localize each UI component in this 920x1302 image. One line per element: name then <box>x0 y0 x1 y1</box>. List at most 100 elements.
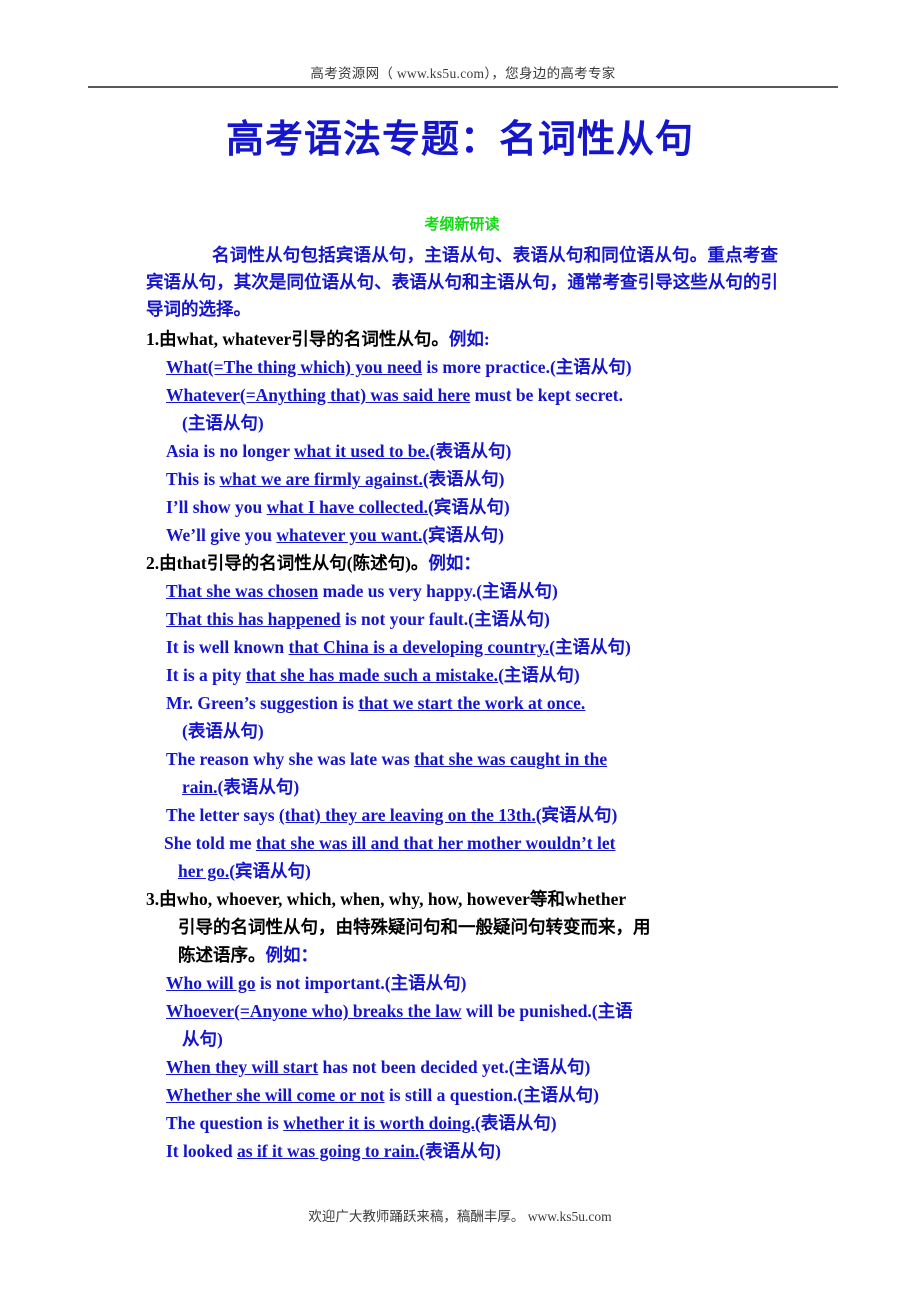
clause-text: Mr. Green’s suggestion is <box>166 693 359 713</box>
clause-text: is not your fault.(主语从句) <box>340 609 550 629</box>
clause-underlined: When they will start <box>166 1057 319 1077</box>
rule-number: 1. <box>146 329 160 349</box>
clause-underlined: what we are firmly against. <box>219 469 423 489</box>
clause-text: (宾语从句) <box>229 861 311 881</box>
example-line: She told me that she was ill and that he… <box>146 829 778 857</box>
rule-example-label: 例如: <box>448 329 490 349</box>
section-heading-syllabus: 考纲新研读 <box>424 217 500 233</box>
example-line: I’ll show you what I have collected.(宾语从… <box>146 493 778 521</box>
rule-example-label: 例如： <box>265 945 319 965</box>
clause-underlined: her go. <box>178 861 230 881</box>
example-line: (表语从句) <box>146 717 778 745</box>
clause-text: (主语从句) <box>498 665 580 685</box>
clause-text: is more practice.(主语从句) <box>421 357 632 377</box>
clause-underlined: what it used to be. <box>294 441 430 461</box>
page-footer: 欢迎广大教师踊跃来稿，稿酬丰厚。 www.ks5u.com <box>308 1209 612 1224</box>
example-line: That she was chosen made us very happy.(… <box>146 577 778 605</box>
clause-underlined: (that) they are leaving on the 13th. <box>278 805 536 825</box>
clause-text: (表语从句) <box>429 441 512 461</box>
example-line: That this has happened is not your fault… <box>146 605 778 633</box>
rule-heading-text: 由that引导的名词性从句(陈述句)。 <box>159 553 429 573</box>
header-site-text: 高考资源网（ www.ks5u.com），您身边的高考专家 <box>310 66 616 81</box>
page-title: 高考语法专题：名词性从句 <box>225 119 694 161</box>
example-line: Who will go is not important.(主语从句) <box>146 969 778 997</box>
document-page: 高考资源网（ www.ks5u.com），您身边的高考专家 高考语法专题：名词性… <box>0 0 920 1302</box>
clause-text: Asia is no longer <box>166 441 295 461</box>
clause-text: We’ll give you <box>166 525 277 545</box>
header-divider <box>88 86 838 88</box>
clause-text: The reason why she was late was <box>166 749 415 769</box>
clause-underlined: That she was chosen <box>166 581 319 601</box>
rule-heading-text: 由who, whoever, which, when, why, how, ho… <box>159 889 627 909</box>
rule-heading-3: 3.由who, whoever, which, when, why, how, … <box>146 885 778 913</box>
clause-text: (宾语从句) <box>535 805 618 825</box>
clause-text: The question is <box>166 1113 284 1133</box>
clause-underlined: that she has made such a mistake. <box>245 665 499 685</box>
clause-underlined: that she was caught in the <box>414 749 608 769</box>
clause-text: It looked <box>166 1141 237 1161</box>
clause-text: This is <box>166 469 220 489</box>
clause-text: has not been decided yet.(主语从句) <box>318 1057 591 1077</box>
rule-number: 2. <box>146 553 160 573</box>
clause-underlined: that China is a developing country. <box>288 637 550 657</box>
example-line: The reason why she was late was that she… <box>146 745 778 773</box>
clause-text: (表语从句) <box>217 777 300 797</box>
clause-text: It is a pity <box>166 665 246 685</box>
example-line: What(=The thing which) you need is more … <box>146 353 778 381</box>
clause-text: is still a question.(主语从句) <box>384 1085 599 1105</box>
clause-text: It is well known <box>166 637 289 657</box>
clause-text: made us very happy.(主语从句) <box>318 581 558 601</box>
clause-underlined: what I have collected. <box>266 497 429 517</box>
rule-heading-text: 由what, whatever引导的名词性从句。 <box>159 329 449 349</box>
clause-underlined: Whoever(=Anyone who) breaks the law <box>166 1001 462 1021</box>
example-line: When they will start has not been decide… <box>146 1053 778 1081</box>
clause-text: (表语从句) <box>182 721 264 741</box>
clause-underlined: Whether she will come or not <box>166 1085 385 1105</box>
clause-text: (表语从句) <box>419 1141 501 1161</box>
example-line: The question is whether it is worth doin… <box>146 1109 778 1137</box>
example-line: Whoever(=Anyone who) breaks the law will… <box>146 997 778 1025</box>
example-line: It is well known that China is a develop… <box>146 633 778 661</box>
clause-underlined: whatever you want. <box>276 525 423 545</box>
clause-text: (主语从句) <box>182 413 264 433</box>
clause-text: The letter says <box>166 805 279 825</box>
example-line: We’ll give you whatever you want.(宾语从句) <box>146 521 778 549</box>
example-line: It looked as if it was going to rain.(表语… <box>146 1137 778 1165</box>
example-line: her go.(宾语从句) <box>146 857 778 885</box>
clause-underlined: that we start the work at once. <box>358 693 586 713</box>
clause-underlined: whether it is worth doing. <box>283 1113 475 1133</box>
clause-text: (主语从句) <box>549 637 631 657</box>
rules-list: 1.由what, whatever引导的名词性从句。例如: What(=The t… <box>146 325 778 1165</box>
clause-underlined: What(=The thing which) you need <box>166 357 422 377</box>
example-line: rain.(表语从句) <box>146 773 778 801</box>
example-line: Whether she will come or not is still a … <box>146 1081 778 1109</box>
clause-text: will be punished.(主语 <box>461 1001 633 1021</box>
example-line: (主语从句) <box>146 409 778 437</box>
clause-text: (表语从句) <box>422 469 505 489</box>
clause-text: is not important.(主语从句) <box>255 973 467 993</box>
rule-heading-1: 1.由what, whatever引导的名词性从句。例如: <box>146 325 778 353</box>
page-header: 高考资源网（ www.ks5u.com），您身边的高考专家 <box>88 62 838 88</box>
example-line: Mr. Green’s suggestion is that we start … <box>146 689 778 717</box>
clause-text: (宾语从句) <box>422 525 504 545</box>
rule-heading-cont-2: 陈述语序。例如： <box>146 941 778 969</box>
clause-text: 从句) <box>182 1029 223 1049</box>
clause-text: (宾语从句) <box>428 497 510 517</box>
clause-text: I’ll show you <box>166 497 267 517</box>
clause-text: (表语从句) <box>474 1113 557 1133</box>
clause-underlined: Who will go <box>166 973 256 993</box>
clause-text: must be kept secret. <box>470 385 624 405</box>
rule-example-label: 例如： <box>428 553 481 573</box>
clause-underlined: Whatever(=Anything that) was said here <box>166 385 471 405</box>
example-line: Asia is no longer what it used to be.(表语… <box>146 437 778 465</box>
document-body: 考纲新研读 名词性从句包括宾语从句，主语从句、表语从句和同位语从句。重点考查宾语… <box>146 214 778 1165</box>
intro-paragraph: 名词性从句包括宾语从句，主语从句、表语从句和同位语从句。重点考查宾语从句，其次是… <box>146 245 778 319</box>
clause-underlined: that she was ill and that her mother wou… <box>255 833 616 853</box>
example-line: The letter says (that) they are leaving … <box>146 801 778 829</box>
clause-underlined: as if it was going to rain. <box>236 1141 420 1161</box>
rule-heading-cont-text: 陈述语序。 <box>178 945 266 965</box>
rule-number: 3. <box>146 889 160 909</box>
clause-underlined: rain. <box>182 777 218 797</box>
rule-heading-cont-1: 引导的名词性从句，由特殊疑问句和一般疑问句转变而来，用 <box>178 917 651 937</box>
example-line: Whatever(=Anything that) was said here m… <box>146 381 778 409</box>
